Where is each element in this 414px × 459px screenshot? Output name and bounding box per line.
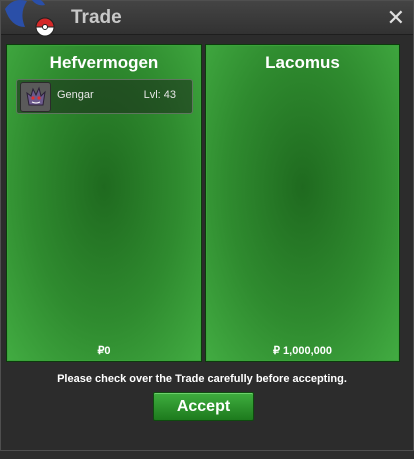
my-player-name: Hefvermogen: [49, 53, 159, 72]
item-level: Lvl: 43: [143, 89, 176, 101]
trade-window: Trade ✕ Hefvermogen Gengar Lvl: 43 ₽0 La…: [0, 0, 414, 451]
trade-item-slot[interactable]: Gengar Lvl: 43: [16, 79, 193, 114]
close-icon[interactable]: ✕: [387, 6, 405, 31]
partner-player-name: Lacomus: [265, 53, 340, 72]
partner-offer-panel: Lacomus ₽ 1,000,000: [205, 44, 400, 362]
partner-money-offer: ₽ 1,000,000: [273, 345, 332, 357]
accept-button[interactable]: Accept: [153, 392, 254, 421]
item-name: Gengar: [57, 89, 94, 101]
title-bar[interactable]: Trade ✕: [1, 0, 413, 37]
my-offer-panel: Hefvermogen Gengar Lvl: 43 ₽0: [6, 44, 202, 362]
background-strip: [0, 451, 414, 459]
trade-notice: Please check over the Trade carefully be…: [57, 373, 347, 385]
pokeball-logo-icon: [5, 0, 55, 37]
window-title: Trade: [71, 7, 122, 28]
my-money-offer: ₽0: [97, 345, 111, 357]
gengar-sprite-icon: [20, 82, 51, 112]
